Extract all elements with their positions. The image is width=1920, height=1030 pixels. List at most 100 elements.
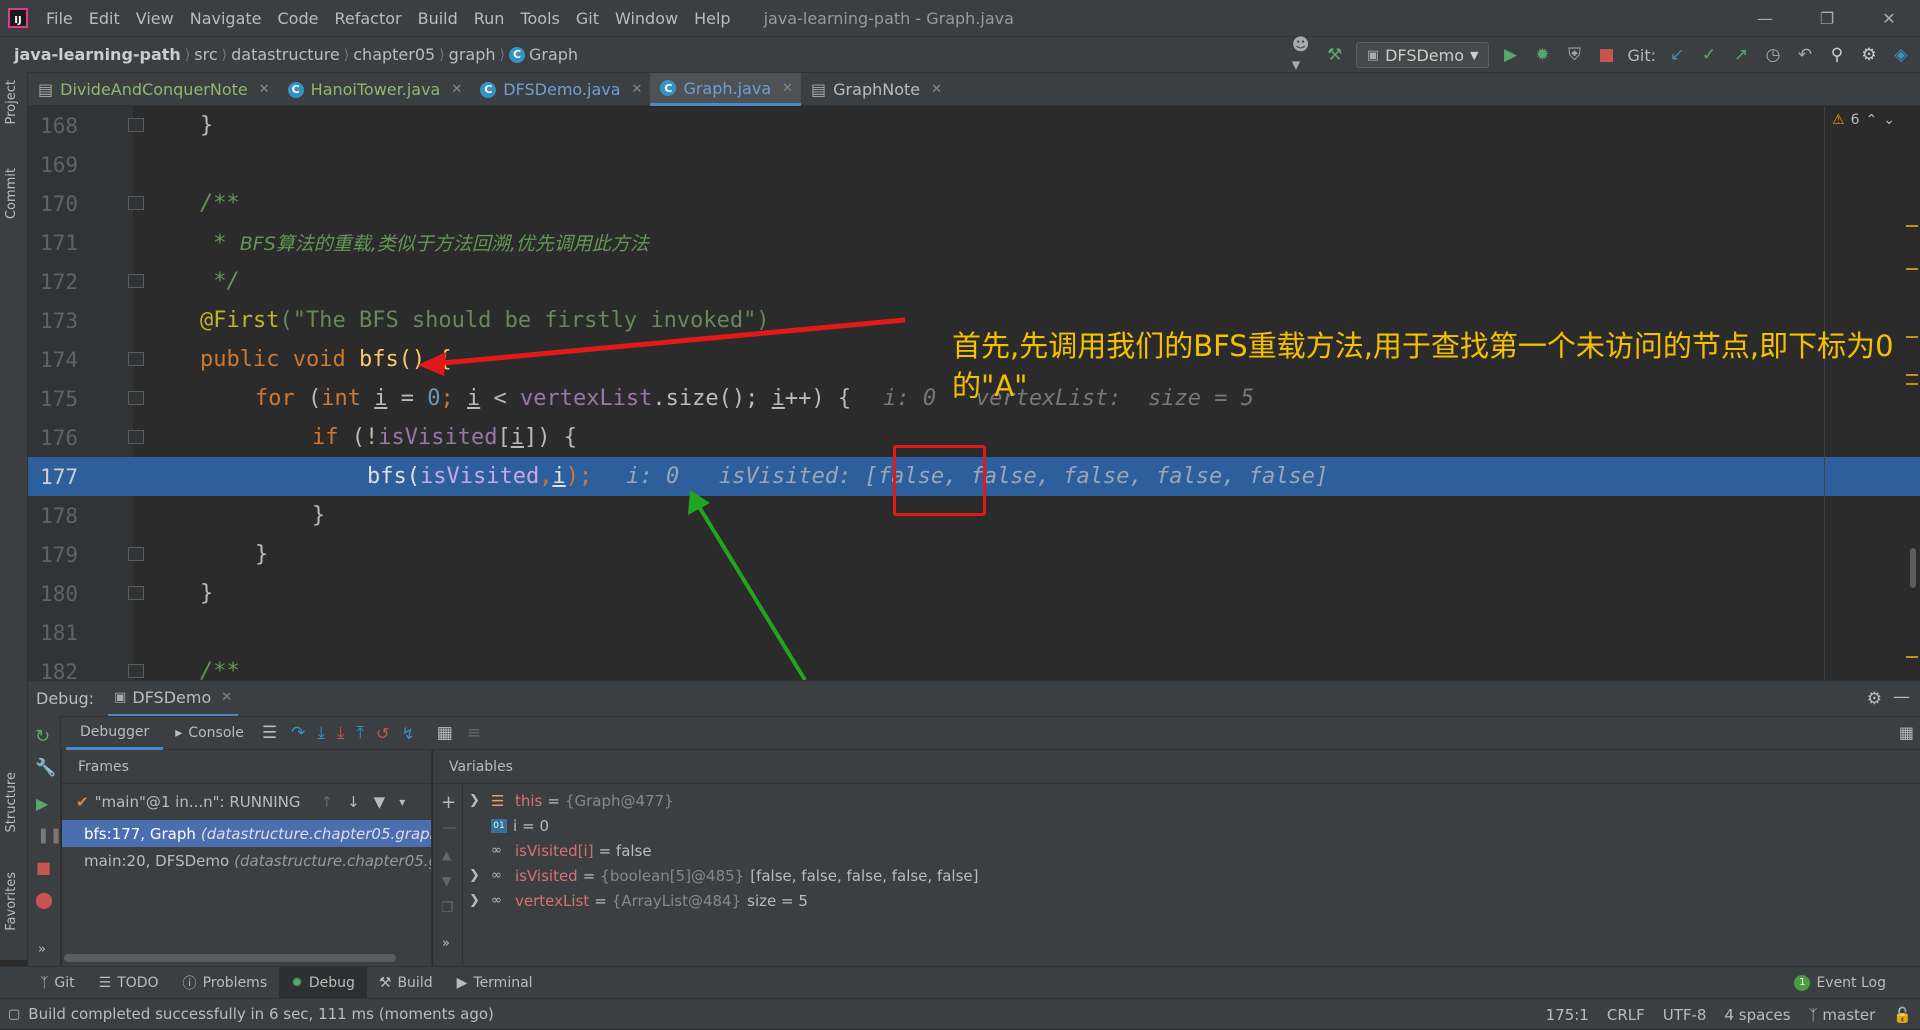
variable-name: i [513, 816, 518, 835]
step-over-icon[interactable]: ↷ [291, 723, 305, 743]
filter-icon[interactable]: ▼ [374, 793, 386, 811]
variable-row[interactable]: ❯ ∞ vertexList = {ArrayList@484} size = … [469, 888, 1909, 913]
branch-name: master [1822, 1005, 1876, 1024]
red-arrow [431, 317, 906, 367]
indent-setting[interactable]: 4 spaces [1724, 1006, 1790, 1024]
green-arrowhead [688, 490, 710, 515]
variable-row[interactable]: ❯ ∞ isVisited = {boolean[5]@485} [false,… [469, 863, 1909, 888]
arrow-down-icon[interactable]: ↓ [347, 793, 360, 811]
git-tool-tab[interactable]: ᛉ Git [28, 967, 87, 999]
debug-tool-tab[interactable]: ✹ Debug [279, 966, 367, 999]
stop-icon[interactable]: ■ [36, 858, 51, 877]
variable-value: size = 5 [747, 891, 808, 910]
frames-pane: Frames ✔ "main"@1 in...n": RUNNING ↑ ↓ ▼… [62, 750, 432, 966]
expand-chevron-icon[interactable]: ❯ [469, 793, 491, 808]
debug-tool-window-header: Debug: ▣ DFSDemo ✕ ⚙ — [28, 680, 1920, 717]
step-into-icon[interactable]: ⤓ [317, 723, 325, 743]
red-arrowhead [418, 352, 446, 376]
variable-row[interactable]: ∞ isVisited[i] = false [469, 838, 1909, 863]
green-arrow [696, 503, 807, 682]
variable-row[interactable]: ❯ ☰ this = {Graph@477} [469, 788, 1909, 813]
tab-label: Terminal [473, 974, 533, 991]
thread-label: "main"@1 in...n": RUNNING [94, 793, 301, 811]
git-branch-icon: ᛉ [1808, 1005, 1818, 1024]
frame-package: (datastructure.chapter05.gra [234, 851, 431, 870]
console-icon: ▸ [175, 725, 183, 741]
frame-package: (datastructure.chapter05.graph) [200, 824, 431, 843]
file-encoding[interactable]: UTF-8 [1663, 1006, 1707, 1024]
debug-side-toolbar: ↻ 🔧 ▶ ❚❚ ■ ⬤ » [28, 716, 62, 966]
threads-icon[interactable]: ☰ [262, 723, 277, 743]
caret-position[interactable]: 175:1 [1546, 1006, 1589, 1024]
view-breakpoints-icon[interactable]: ⬤ [35, 890, 53, 909]
variables-side-toolbar: + — ▲ ▼ ❐ » [433, 784, 463, 966]
variable-row[interactable]: 01 i = 0 [469, 813, 1909, 838]
todo-tool-tab[interactable]: ☰ TODO [87, 967, 171, 999]
terminal-icon: ▶ [456, 974, 468, 991]
frame-row[interactable]: main:20, DFSDemo (datastructure.chapter0… [62, 847, 431, 874]
more-icon[interactable]: » [38, 942, 46, 957]
tab-console[interactable]: ▸ Console [163, 725, 256, 741]
tool-window-bar: ᛉ Git ☰ TODO ⓘ Problems ✹ Debug ⚒ Build ▶ Term… [0, 966, 1920, 999]
layout-icon[interactable]: ▦ [1899, 723, 1914, 742]
event-badge: 1 [1794, 974, 1811, 991]
variable-name: this [515, 791, 543, 810]
frame-method: bfs:177, Graph [84, 824, 196, 843]
check-icon: ✔ [76, 793, 89, 811]
tab-label: Event Log [1816, 974, 1886, 991]
variables-pane: Variables + — ▲ ▼ ❐ » ❯ ☰ this = {Graph@… [433, 750, 1920, 966]
tab-label: Build [397, 974, 433, 991]
frame-row[interactable]: bfs:177, Graph (datastructure.chapter05.… [62, 820, 431, 847]
force-step-into-icon[interactable]: ⤓ [337, 723, 345, 743]
tab-label: TODO [117, 974, 159, 991]
status-message[interactable]: Build completed successfully in 6 sec, 1… [28, 1005, 494, 1023]
trace-icon: ≡ [466, 723, 482, 743]
variable-name: isVisited[i] [515, 841, 594, 860]
variable-equals: = [582, 866, 596, 885]
add-watch-icon[interactable]: + [441, 792, 456, 813]
status-widgets: 175:1 CRLF UTF-8 4 spaces ᛉ master 🔓 [1546, 999, 1912, 1030]
minimize-icon[interactable]: — [1893, 687, 1910, 707]
event-log-tool-tab[interactable]: 1 Event Log [1782, 967, 1898, 999]
info-icon: ⓘ [182, 975, 197, 992]
rerun-icon[interactable]: ↻ [35, 726, 50, 747]
frames-scrollbar[interactable] [64, 954, 396, 962]
settings-wrench-icon[interactable]: 🔧 [35, 758, 56, 778]
close-icon[interactable]: ✕ [221, 690, 232, 705]
debug-session-tab[interactable]: ▣ DFSDemo ✕ [108, 681, 239, 717]
tab-debugger[interactable]: Debugger [66, 716, 164, 750]
variable-equals: = false [598, 841, 652, 860]
frames-header: Frames [62, 750, 431, 784]
thread-selector[interactable]: ✔ "main"@1 in...n": RUNNING ↑ ↓ ▼ ▾ [62, 784, 431, 820]
expand-chevron-icon[interactable]: ❯ [469, 893, 491, 908]
variable-equals: = 0 [522, 816, 550, 835]
line-separator[interactable]: CRLF [1607, 1006, 1645, 1024]
evaluate-expression-icon[interactable]: ▦ [437, 723, 453, 743]
session-label: DFSDemo [132, 687, 212, 707]
run-config-icon: ▣ [114, 689, 127, 705]
build-tool-tab[interactable]: ⚒ Build [367, 967, 445, 999]
git-branch-widget[interactable]: ᛉ master [1809, 1006, 1876, 1024]
move-down-icon: ▼ [442, 874, 452, 888]
more-icon[interactable]: » [442, 936, 450, 951]
lock-icon[interactable]: 🔓 [1893, 1006, 1912, 1024]
primitive-int-icon: 01 [491, 818, 507, 833]
watch-glasses-icon: ∞ [491, 843, 502, 858]
run-to-cursor-icon[interactable]: ↯ [401, 724, 414, 743]
variable-equals: = [594, 891, 607, 910]
drop-frame-icon[interactable]: ↺ [376, 724, 389, 743]
step-out-icon[interactable]: ⤒ [356, 723, 364, 743]
resume-icon[interactable]: ▶ [36, 794, 48, 813]
console-label: Console [188, 725, 244, 741]
gear-icon[interactable]: ⚙ [1867, 689, 1882, 709]
duplicate-watch-icon: ❐ [441, 900, 454, 916]
tab-label: Git [54, 974, 75, 991]
move-up-icon: ▲ [442, 848, 452, 862]
variable-type: {ArrayList@484} [611, 891, 742, 910]
variable-name: vertexList [515, 891, 590, 910]
problems-tool-tab[interactable]: ⓘ Problems [171, 967, 280, 999]
terminal-tool-tab[interactable]: ▶ Terminal [445, 967, 545, 999]
chevron-down-icon[interactable]: ▾ [399, 795, 405, 809]
expand-chevron-icon[interactable]: ❯ [469, 868, 491, 883]
panel-toggle-icon[interactable]: ▢ [8, 1007, 20, 1022]
